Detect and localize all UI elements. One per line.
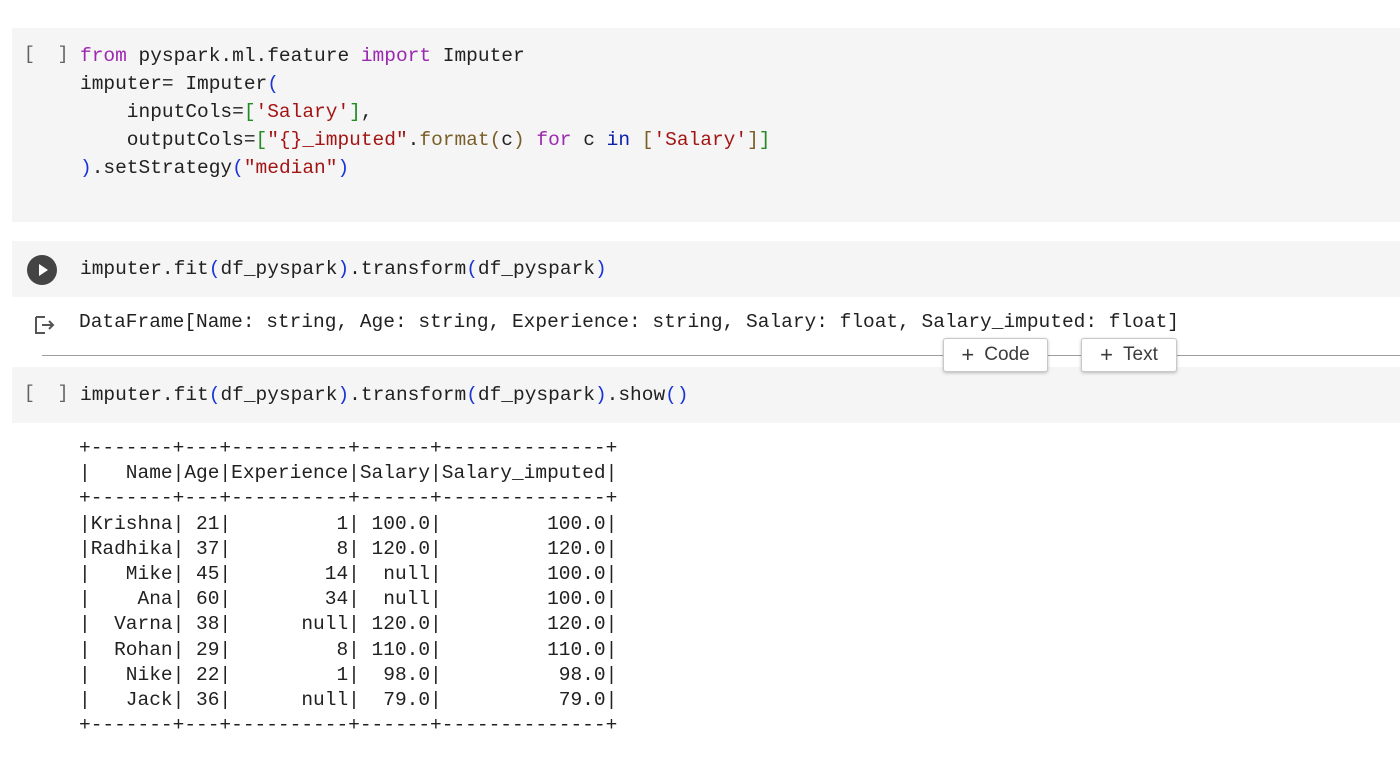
table-row: | Varna| 38| null| 120.0| 120.0| (79, 613, 618, 636)
code-line: from pyspark.ml.feature import Imputer (80, 45, 525, 67)
keyword-from: from (80, 45, 127, 67)
add-text-cell-button[interactable]: + Text (1081, 338, 1177, 372)
code-line: ).setStrategy("median") (80, 157, 350, 179)
table-row: |Krishna| 21| 1| 100.0| 100.0| (79, 512, 618, 535)
code-editor-cell1[interactable]: from pyspark.ml.feature import Imputer im… (80, 42, 770, 182)
code-editor-cell3[interactable]: imputer.fit(df_pyspark).transform(df_pys… (80, 381, 689, 409)
code-editor-cell2[interactable]: imputer.fit(df_pyspark).transform(df_pys… (80, 255, 607, 283)
cell-divider (42, 355, 1400, 356)
plus-icon: + (961, 342, 975, 367)
cell-execution-count: [ ] (24, 45, 75, 65)
keyword-import: import (360, 45, 432, 67)
table-row: | Mike| 45| 14| null| 100.0| (79, 563, 618, 586)
table-row: | Rohan| 29| 8| 110.0| 110.0| (79, 638, 618, 661)
add-code-cell-button[interactable]: + Code (943, 338, 1048, 372)
table-row: | Ana| 60| 34| null| 100.0| (79, 588, 618, 611)
add-text-label: Text (1123, 344, 1158, 365)
table-row: |Radhika| 37| 8| 120.0| 120.0| (79, 537, 618, 560)
play-icon (39, 264, 48, 276)
add-code-label: Code (984, 344, 1030, 365)
run-cell-button[interactable] (27, 255, 57, 285)
cell-execution-count: [ ] (24, 384, 75, 404)
code-line: imputer= Imputer( (80, 73, 279, 95)
output-arrow-icon[interactable] (32, 313, 56, 337)
table-border: +-------+---+----------+------+---------… (79, 437, 618, 459)
code-line: outputCols=["{}_imputed".format(c) for c… (80, 129, 771, 151)
table-border: +-------+---+----------+------+---------… (79, 714, 618, 737)
table-row: | Jack| 36| null| 79.0| 79.0| (79, 689, 618, 712)
table-row: | Nike| 22| 1| 98.0| 98.0| (79, 663, 618, 686)
cell-output-text: DataFrame[Name: string, Age: string, Exp… (79, 311, 1179, 333)
plus-icon: + (1100, 342, 1113, 367)
dataframe-table-output: +-------+---+----------+------+---------… (79, 436, 617, 738)
code-line: inputCols=['Salary'], (80, 101, 373, 123)
table-border: +-------+---+----------+------+---------… (79, 487, 618, 510)
table-header: | Name|Age|Experience|Salary|Salary_impu… (79, 462, 618, 485)
